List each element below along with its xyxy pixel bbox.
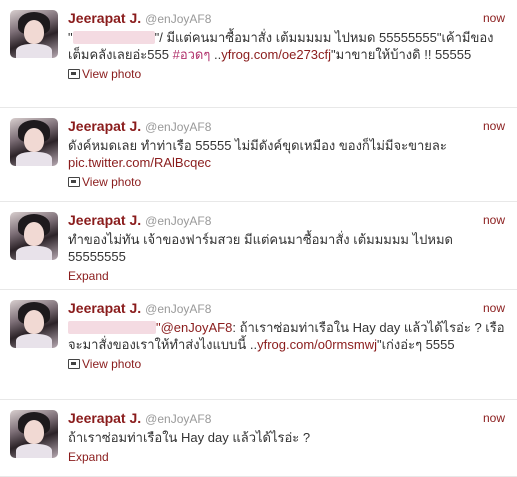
tweet-text-part: "เก่งอ่ะๆ 5555 bbox=[377, 337, 455, 352]
tweet-header: Jeerapat J. @enJoyAF8 bbox=[68, 409, 507, 427]
user-name[interactable]: Jeerapat J. bbox=[68, 300, 141, 316]
view-photo-link[interactable]: View photo bbox=[68, 66, 507, 82]
tweet-text: "@enJoyAF8: ถ้าเราซ่อมท่าเรือใน Hay day … bbox=[68, 319, 507, 353]
tweet-link[interactable]: yfrog.com/o0rmsmwj bbox=[257, 337, 377, 352]
tweet: Jeerapat J. @enJoyAF8 now "@enJoyAF8: ถ้า… bbox=[0, 290, 517, 400]
tweet-timestamp[interactable]: now bbox=[483, 11, 505, 25]
tweet-link[interactable]: yfrog.com/oe273cfj bbox=[221, 47, 331, 62]
tweet-text: " "/ มีแต่คนมาซื้อมาสั่ง เต้มมมมม ไปหมด 5… bbox=[68, 29, 507, 63]
view-photo-label: View photo bbox=[82, 357, 142, 371]
tweet: Jeerapat J. @enJoyAF8 now ทำของไม่ทัน เจ้… bbox=[0, 202, 517, 290]
view-photo-label: View photo bbox=[82, 175, 142, 189]
tweet: Jeerapat J. @enJoyAF8 now ถ้าเราซ่อมท่าเร… bbox=[0, 400, 517, 477]
user-handle[interactable]: @enJoyAF8 bbox=[145, 120, 211, 134]
avatar[interactable] bbox=[10, 212, 58, 260]
expand-link[interactable]: Expand bbox=[68, 449, 507, 465]
tweet-timestamp[interactable]: now bbox=[483, 119, 505, 133]
tweet-text-part: ดังค์หมดเลย ทำท่าเรือ 55555 ไม่มีดังค์ขุ… bbox=[68, 138, 447, 153]
user-name[interactable]: Jeerapat J. bbox=[68, 118, 141, 134]
user-handle[interactable]: @enJoyAF8 bbox=[145, 302, 211, 316]
user-name[interactable]: Jeerapat J. bbox=[68, 10, 141, 26]
tweet-header: Jeerapat J. @enJoyAF8 bbox=[68, 211, 507, 229]
redacted-text bbox=[68, 321, 156, 334]
user-name[interactable]: Jeerapat J. bbox=[68, 212, 141, 228]
quote-mark: " bbox=[68, 30, 73, 45]
tweet-text-part: "มาขายให้บ้างดิ !! 55555 bbox=[331, 47, 472, 62]
tweet: Jeerapat J. @enJoyAF8 now " "/ มีแต่คนมาซื… bbox=[0, 0, 517, 108]
user-handle[interactable]: @enJoyAF8 bbox=[145, 412, 211, 426]
view-photo-link[interactable]: View photo bbox=[68, 174, 507, 190]
tweet-timestamp[interactable]: now bbox=[483, 301, 505, 315]
tweet-header: Jeerapat J. @enJoyAF8 bbox=[68, 117, 507, 135]
tweet-timestamp[interactable]: now bbox=[483, 213, 505, 227]
expand-link[interactable]: Expand bbox=[68, 268, 507, 284]
user-name[interactable]: Jeerapat J. bbox=[68, 410, 141, 426]
tweet-text: ทำของไม่ทัน เจ้าของฟาร์มสวย มีแต่คนมาซื้… bbox=[68, 232, 453, 264]
photo-icon bbox=[68, 69, 80, 79]
tweet-text: ถ้าเราซ่อมท่าเรือใน Hay day แล้วได้ไรอ่ะ… bbox=[68, 430, 311, 445]
tweet-text: ดังค์หมดเลย ทำท่าเรือ 55555 ไม่มีดังค์ขุ… bbox=[68, 137, 507, 171]
tweet-timestamp[interactable]: now bbox=[483, 411, 505, 425]
hashtag-link[interactable]: #อวดๆ bbox=[173, 47, 211, 62]
avatar[interactable] bbox=[10, 300, 58, 348]
redacted-text bbox=[72, 31, 155, 44]
tweet: Jeerapat J. @enJoyAF8 now ดังค์หมดเลย ทำท… bbox=[0, 108, 517, 202]
tweet-stream: Jeerapat J. @enJoyAF8 now " "/ มีแต่คนมาซื… bbox=[0, 0, 517, 477]
photo-icon bbox=[68, 359, 80, 369]
avatar[interactable] bbox=[10, 118, 58, 166]
tweet-header: Jeerapat J. @enJoyAF8 bbox=[68, 299, 507, 317]
user-handle[interactable]: @enJoyAF8 bbox=[145, 12, 211, 26]
avatar[interactable] bbox=[10, 410, 58, 458]
user-handle[interactable]: @enJoyAF8 bbox=[145, 214, 211, 228]
avatar[interactable] bbox=[10, 10, 58, 58]
view-photo-link[interactable]: View photo bbox=[68, 356, 507, 372]
view-photo-label: View photo bbox=[82, 67, 142, 81]
photo-icon bbox=[68, 177, 80, 187]
tweet-text-part: .. bbox=[210, 47, 222, 62]
tweet-header: Jeerapat J. @enJoyAF8 bbox=[68, 9, 507, 27]
mention-link[interactable]: "@enJoyAF8 bbox=[156, 320, 232, 335]
tweet-link[interactable]: pic.twitter.com/RAlBcqec bbox=[68, 155, 211, 170]
